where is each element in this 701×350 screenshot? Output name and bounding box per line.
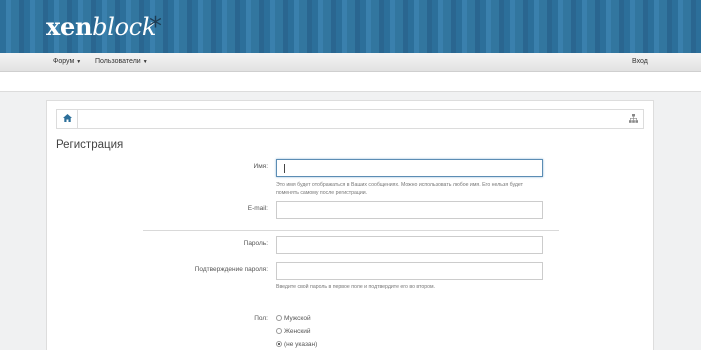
form-divider — [143, 230, 559, 231]
gender-option-label: Женский — [284, 328, 311, 335]
breadcrumb-home[interactable] — [57, 110, 78, 128]
nav-forum-label: Форум — [53, 58, 75, 65]
content-panel: Регистрация Имя: Это имя будет отображат… — [46, 100, 654, 350]
password-confirm-label: Подтверждение пароля: — [194, 266, 268, 273]
sitemap-icon[interactable] — [629, 114, 638, 123]
radio-icon[interactable] — [276, 328, 282, 334]
gender-option-label: (не указан) — [284, 341, 318, 348]
page-title: Регистрация — [56, 139, 124, 151]
password-hint: Введите свой пароль в первое поле и подт… — [276, 284, 436, 290]
email-label: E-mail: — [247, 205, 268, 212]
logo-star-icon: * — [149, 12, 162, 42]
name-input[interactable] — [276, 159, 543, 177]
gender-option-unspecified[interactable]: (не указан) — [276, 340, 317, 349]
radio-checked-icon[interactable] — [276, 341, 282, 347]
gender-label: Пол: — [254, 315, 268, 322]
breadcrumb — [56, 109, 644, 129]
chevron-down-icon: ▼ — [142, 59, 148, 65]
gender-option-female[interactable]: Женский — [276, 327, 310, 336]
text-cursor — [284, 164, 285, 173]
subnav-bar — [0, 72, 701, 92]
logo-part-xen: xen — [46, 12, 93, 41]
logo-part-block: block — [92, 13, 157, 41]
gender-option-male[interactable]: Мужской — [276, 314, 311, 323]
name-hint: Это имя будет отображаться в Ваших сообщ… — [276, 182, 523, 196]
gender-option-label: Мужской — [284, 315, 311, 322]
nav-login[interactable]: Вход — [632, 57, 648, 67]
name-label: Имя: — [253, 163, 268, 170]
password-confirm-input[interactable] — [276, 262, 543, 280]
nav-users-label: Пользователи — [95, 58, 141, 65]
site-logo[interactable]: xenblock — [46, 12, 157, 42]
site-header: xenblock * — [0, 0, 701, 53]
nav-forum[interactable]: Форум ▼ — [53, 57, 81, 67]
email-input[interactable] — [276, 201, 543, 219]
chevron-down-icon: ▼ — [76, 59, 82, 65]
password-label: Пароль: — [243, 240, 268, 247]
main-navbar: Форум ▼ Пользователи ▼ Вход — [0, 53, 701, 72]
nav-users[interactable]: Пользователи ▼ — [95, 57, 148, 67]
home-icon — [63, 114, 72, 122]
radio-icon[interactable] — [276, 315, 282, 321]
password-input[interactable] — [276, 236, 543, 254]
